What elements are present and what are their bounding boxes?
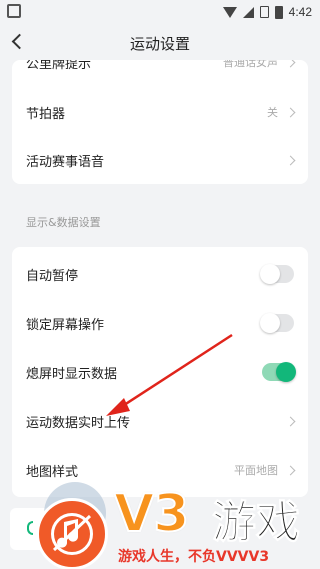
clock: 4:42 xyxy=(288,5,312,19)
row-lock-screen-label: 锁定屏幕操作 xyxy=(26,317,105,333)
row-realtime-upload[interactable]: 运动数据实时上传 xyxy=(12,397,308,445)
section-title: 显示&数据设置 xyxy=(26,216,101,229)
row-km-tip-label: 公里牌提示 xyxy=(26,60,92,72)
settings-card-voice: 公里牌提示 普通话女声 节拍器 关 活动赛事语音 xyxy=(12,60,308,184)
notification-icon xyxy=(7,4,21,18)
header: 运动设置 xyxy=(0,24,320,64)
chevron-right-icon xyxy=(285,60,296,67)
music-note-icon xyxy=(52,514,92,552)
watermark-brand: V3 xyxy=(113,483,190,545)
status-icons: 4:42 xyxy=(222,3,312,21)
screen-off-display-toggle[interactable] xyxy=(262,362,296,382)
lock-screen-toggle[interactable] xyxy=(260,313,294,333)
row-metronome-value: 关 xyxy=(267,106,278,119)
battery-icon xyxy=(274,5,283,19)
toggle-knob xyxy=(260,264,280,284)
chevron-right-icon xyxy=(285,416,296,426)
page-title: 运动设置 xyxy=(129,35,190,53)
auto-pause-toggle[interactable] xyxy=(260,264,294,284)
row-km-tip-value: 普通话女声 xyxy=(223,60,278,69)
toggle-knob xyxy=(276,362,296,382)
watermark: V3 游戏 游戏人生，不负VVVV3 xyxy=(0,480,320,569)
signal-icon xyxy=(242,6,254,18)
status-bar: 4:42 xyxy=(0,0,320,24)
row-realtime-upload-label: 运动数据实时上传 xyxy=(26,415,131,431)
row-event-voice[interactable]: 活动赛事语音 xyxy=(12,136,308,184)
watermark-slogan: 游戏人生，不负VVVV3 xyxy=(118,549,270,565)
chevron-right-icon xyxy=(285,465,296,475)
toggle-knob xyxy=(260,313,280,333)
row-map-style-value: 平面地图 xyxy=(234,464,278,477)
row-event-voice-label: 活动赛事语音 xyxy=(26,154,105,170)
chevron-right-icon xyxy=(285,155,296,165)
watermark-logo-icon xyxy=(36,498,108,569)
settings-card-display: 自动暂停 锁定屏幕操作 熄屏时显示数据 运动数据实时上传 地图样式 平面地图 xyxy=(12,247,308,497)
sim-icon xyxy=(259,6,269,18)
row-auto-pause-label: 自动暂停 xyxy=(26,268,79,284)
row-metronome[interactable]: 节拍器 关 xyxy=(12,88,308,136)
watermark-brand-text: 游戏 xyxy=(212,497,301,549)
chevron-right-icon xyxy=(285,107,296,117)
row-screen-off-display: 熄屏时显示数据 xyxy=(12,348,308,396)
row-auto-pause: 自动暂停 xyxy=(12,250,308,298)
row-metronome-label: 节拍器 xyxy=(26,106,66,122)
row-km-tip[interactable]: 公里牌提示 普通话女声 xyxy=(12,60,308,86)
row-lock-screen: 锁定屏幕操作 xyxy=(12,299,308,347)
wifi-icon xyxy=(222,6,237,18)
row-screen-off-display-label: 熄屏时显示数据 xyxy=(26,366,118,382)
row-map-style-label: 地图样式 xyxy=(26,464,79,480)
